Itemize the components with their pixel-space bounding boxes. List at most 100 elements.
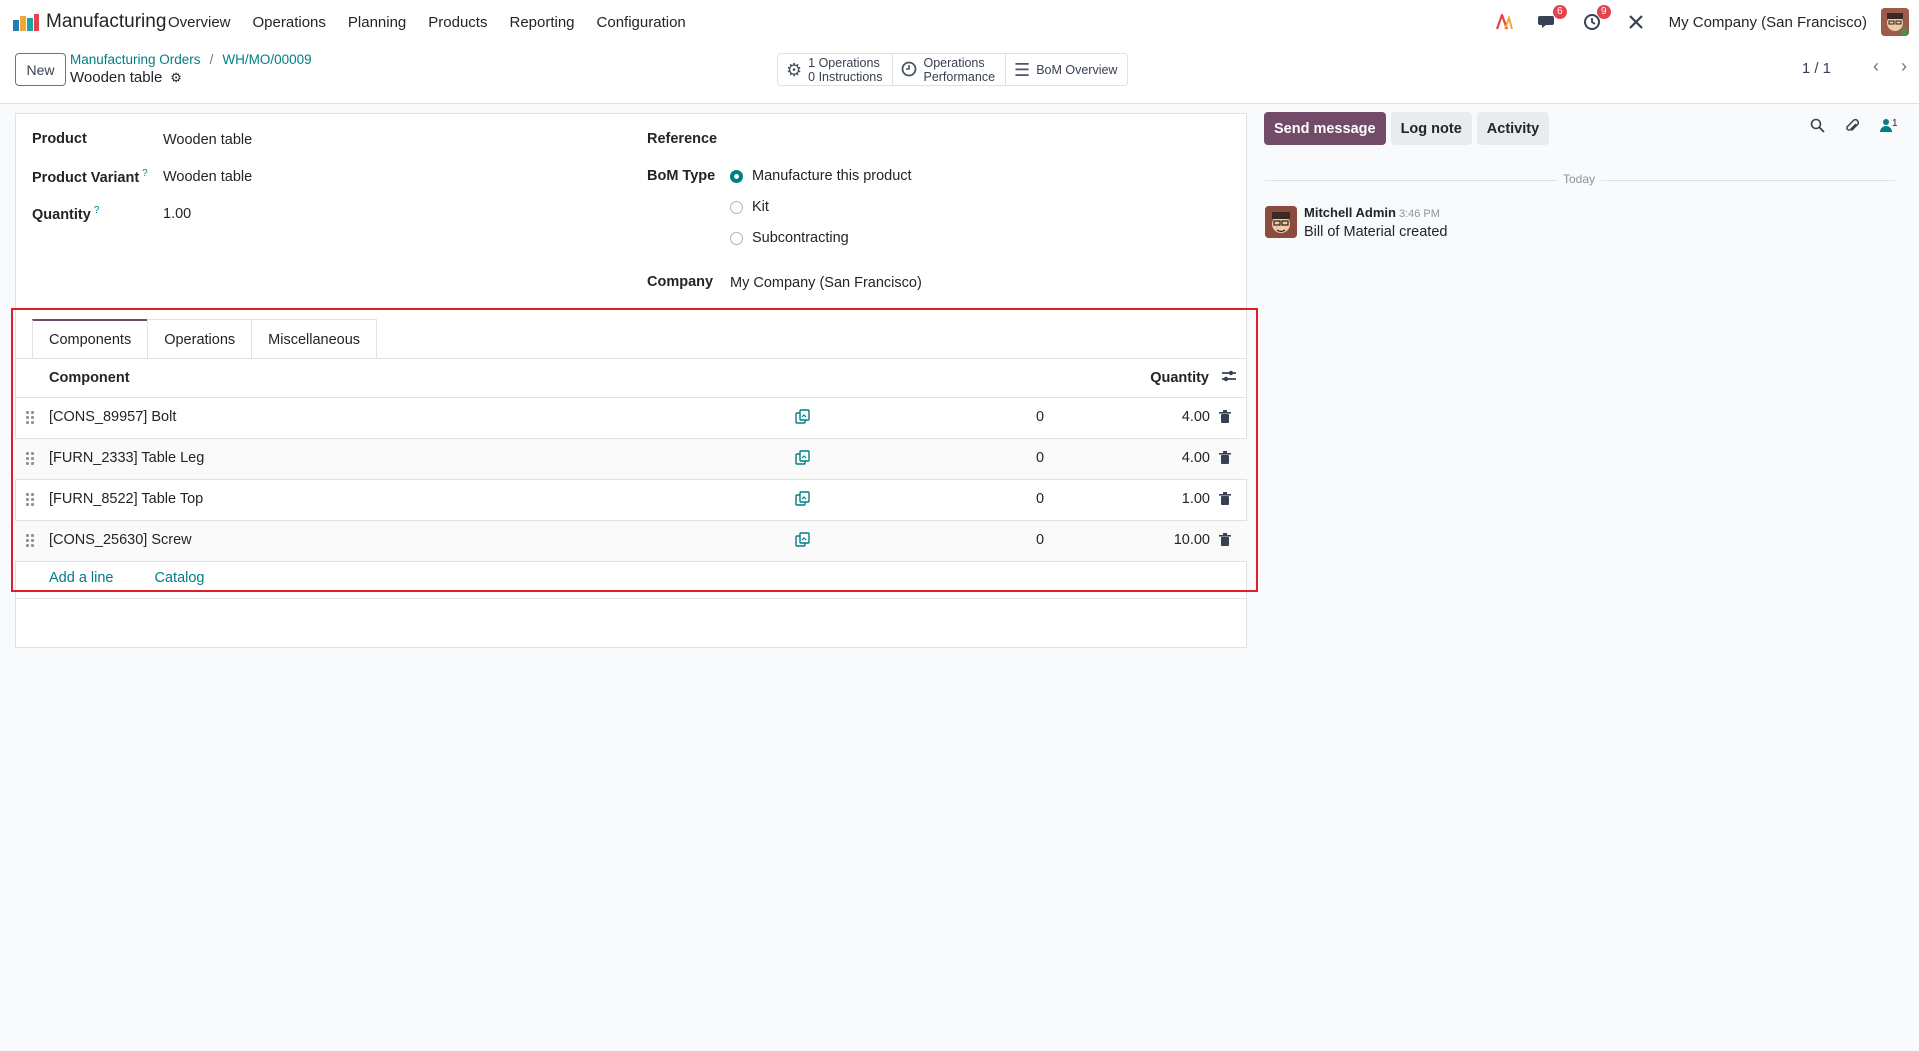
component-name[interactable]: [FURN_8522] Table Top bbox=[49, 491, 203, 507]
table-row[interactable]: [CONS_25630] Screw 0 10.00 bbox=[15, 521, 1247, 562]
trash-icon[interactable] bbox=[1219, 410, 1231, 424]
drag-handle-icon[interactable] bbox=[26, 493, 34, 507]
column-header-component[interactable]: Component bbox=[49, 370, 130, 386]
operations-performance-button[interactable]: Operations Performance bbox=[893, 54, 1007, 85]
menu-reporting[interactable]: Reporting bbox=[509, 14, 574, 31]
send-message-button[interactable]: Send message bbox=[1264, 112, 1386, 145]
component-available: 0 bbox=[1036, 409, 1045, 425]
menu-configuration[interactable]: Configuration bbox=[597, 14, 686, 31]
component-quantity[interactable]: 4.00 bbox=[1182, 450, 1210, 466]
instructions-count: 0 Instructions bbox=[808, 69, 883, 84]
message-author-name[interactable]: Mitchell Admin bbox=[1304, 205, 1396, 220]
trash-icon[interactable] bbox=[1219, 451, 1231, 465]
messages-icon[interactable]: 6 bbox=[1537, 5, 1567, 33]
menu-planning[interactable]: Planning bbox=[348, 14, 406, 31]
search-icon[interactable] bbox=[1810, 118, 1825, 138]
chatter-topbar: Send message Log note Activity bbox=[1264, 112, 1550, 145]
tab-miscellaneous[interactable]: Miscellaneous bbox=[251, 319, 378, 359]
column-header-quantity[interactable]: Quantity bbox=[1150, 370, 1209, 386]
chevron-right-icon[interactable]: › bbox=[1901, 56, 1907, 77]
bom-type-option-label: Subcontracting bbox=[752, 230, 849, 246]
sheet-divider bbox=[15, 598, 1247, 599]
bom-type-kit[interactable]: Kit bbox=[730, 199, 769, 215]
ai-assistant-icon[interactable] bbox=[1493, 11, 1515, 33]
component-available: 0 bbox=[1036, 491, 1045, 507]
product-field[interactable]: Wooden table bbox=[163, 132, 252, 148]
radio-checked-icon[interactable] bbox=[730, 169, 743, 183]
product-variant-label-text: Product Variant bbox=[32, 169, 140, 186]
followers-button[interactable]: 1 bbox=[1880, 118, 1898, 138]
activity-button[interactable]: Activity bbox=[1476, 112, 1550, 145]
component-quantity[interactable]: 1.00 bbox=[1182, 491, 1210, 507]
trash-icon[interactable] bbox=[1219, 533, 1231, 547]
help-tooltip-icon[interactable]: ? bbox=[94, 205, 100, 216]
bom-overview-label: BoM Overview bbox=[1036, 62, 1118, 77]
reference-label: Reference bbox=[647, 131, 718, 147]
followers-count: 1 bbox=[1892, 118, 1898, 129]
message-author-avatar[interactable] bbox=[1265, 206, 1297, 238]
notebook-tabs: Components Operations Miscellaneous bbox=[32, 319, 378, 359]
component-quantity[interactable]: 10.00 bbox=[1174, 532, 1210, 548]
drag-handle-icon[interactable] bbox=[26, 534, 34, 548]
optional-columns-icon[interactable] bbox=[1221, 369, 1237, 388]
radio-icon[interactable] bbox=[730, 200, 743, 214]
component-quantity[interactable]: 4.00 bbox=[1182, 409, 1210, 425]
log-note-button[interactable]: Log note bbox=[1390, 112, 1472, 145]
table-add-links: Add a line Catalog bbox=[49, 570, 204, 586]
quantity-field[interactable]: 1.00 bbox=[163, 206, 191, 222]
component-name[interactable]: [CONS_25630] Screw bbox=[49, 532, 192, 548]
forecast-report-icon[interactable] bbox=[795, 532, 810, 547]
add-a-line-link[interactable]: Add a line bbox=[49, 570, 114, 586]
bom-overview-button[interactable]: ☰ BoM Overview bbox=[1006, 54, 1127, 85]
help-tooltip-icon[interactable]: ? bbox=[142, 168, 148, 179]
bom-type-label: BoM Type bbox=[647, 168, 716, 184]
paperclip-icon[interactable] bbox=[1845, 118, 1860, 138]
components-table-header: Component Quantity bbox=[15, 359, 1247, 398]
menu-overview[interactable]: Overview bbox=[168, 14, 231, 31]
list-icon: ☰ bbox=[1014, 59, 1031, 80]
bom-type-manufacture[interactable]: Manufacture this product bbox=[730, 168, 912, 184]
table-row[interactable]: [FURN_8522] Table Top 0 1.00 bbox=[15, 480, 1247, 521]
user-avatar[interactable] bbox=[1881, 8, 1909, 36]
date-separator: Today bbox=[1557, 172, 1602, 186]
breadcrumb-manufacturing-orders[interactable]: Manufacturing Orders bbox=[70, 52, 201, 67]
drag-handle-icon[interactable] bbox=[26, 411, 34, 425]
menu-products[interactable]: Products bbox=[428, 14, 487, 31]
main-menu: Overview Operations Planning Products Re… bbox=[168, 0, 708, 44]
component-name[interactable]: [CONS_89957] Bolt bbox=[49, 409, 176, 425]
table-row[interactable]: [FURN_2333] Table Leg 0 4.00 bbox=[15, 439, 1247, 480]
catalog-link[interactable]: Catalog bbox=[155, 570, 205, 586]
debug-tools-icon[interactable] bbox=[1625, 11, 1647, 33]
breadcrumb-mo[interactable]: WH/MO/00009 bbox=[222, 52, 311, 67]
forecast-report-icon[interactable] bbox=[795, 450, 810, 465]
component-name[interactable]: [FURN_2333] Table Leg bbox=[49, 450, 204, 466]
company-switcher[interactable]: My Company (San Francisco) bbox=[1669, 14, 1867, 31]
manufacturing-app-icon[interactable] bbox=[12, 12, 40, 32]
company-field[interactable]: My Company (San Francisco) bbox=[730, 275, 922, 291]
pager-value[interactable]: 1 / 1 bbox=[1802, 60, 1831, 77]
product-variant-field[interactable]: Wooden table bbox=[163, 169, 252, 185]
operations-smart-button[interactable]: ⚙ 1 Operations 0 Instructions bbox=[778, 54, 894, 85]
table-row[interactable]: [CONS_89957] Bolt 0 4.00 bbox=[15, 398, 1247, 439]
bom-type-subcontracting[interactable]: Subcontracting bbox=[730, 230, 849, 246]
drag-handle-icon[interactable] bbox=[26, 452, 34, 466]
control-panel: New Manufacturing Orders / WH/MO/00009 W… bbox=[0, 44, 1919, 104]
forecast-report-icon[interactable] bbox=[795, 409, 810, 424]
tab-operations[interactable]: Operations bbox=[147, 319, 253, 359]
trash-icon[interactable] bbox=[1219, 492, 1231, 506]
app-name[interactable]: Manufacturing bbox=[46, 11, 166, 33]
radio-icon[interactable] bbox=[730, 231, 743, 245]
message-author: Mitchell Admin 3:46 PM bbox=[1304, 205, 1440, 220]
new-button[interactable]: New bbox=[15, 53, 66, 86]
tab-components[interactable]: Components bbox=[32, 319, 149, 359]
menu-operations[interactable]: Operations bbox=[253, 14, 326, 31]
chevron-left-icon[interactable]: ‹ bbox=[1873, 56, 1879, 77]
gear-icon[interactable]: ⚙ bbox=[170, 70, 182, 86]
message-time: 3:46 PM bbox=[1398, 208, 1440, 220]
forecast-report-icon[interactable] bbox=[795, 491, 810, 506]
component-available: 0 bbox=[1036, 532, 1045, 548]
breadcrumb-separator: / bbox=[209, 52, 214, 67]
messages-badge: 6 bbox=[1553, 5, 1567, 19]
breadcrumb: Manufacturing Orders / WH/MO/00009 bbox=[70, 52, 312, 67]
activities-clock-icon[interactable]: 9 bbox=[1581, 5, 1611, 33]
